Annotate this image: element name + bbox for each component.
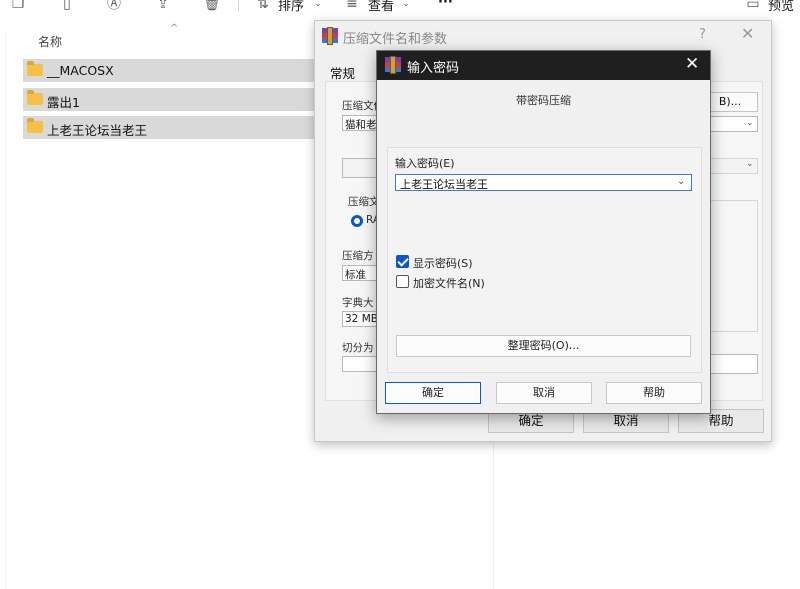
- format-label: 压缩文: [348, 196, 380, 208]
- preview-icon[interactable]: ▭: [745, 0, 761, 12]
- rename-icon[interactable]: Ⓐ: [106, 0, 122, 12]
- cancel-button[interactable]: 取消: [496, 382, 592, 404]
- chevron-down-icon: ⌄: [314, 0, 322, 9]
- file-row[interactable]: 露出1: [23, 88, 323, 111]
- ok-button[interactable]: 确定: [385, 382, 481, 404]
- delete-icon[interactable]: 🗑: [203, 0, 221, 12]
- file-name: 上老王论坛当老王: [47, 123, 148, 138]
- chevron-down-icon: ⌄: [746, 159, 754, 169]
- tab-general[interactable]: 常规: [330, 63, 355, 82]
- copy-icon[interactable]: ❐: [10, 0, 26, 12]
- share-icon[interactable]: ⇪: [155, 0, 171, 12]
- show-password-label: 显示密码(S): [413, 257, 473, 270]
- dialog-titlebar: 输入密码 ✕: [377, 51, 710, 80]
- chevron-down-icon[interactable]: ⌄: [677, 176, 685, 187]
- preview-button[interactable]: 预览: [768, 0, 794, 14]
- chevron-down-icon: ⌄: [402, 0, 410, 9]
- dialog-subtitle: 带密码压缩: [516, 94, 571, 107]
- view-button[interactable]: 查看: [368, 0, 394, 14]
- dialog-titlebar: 压缩文件名和参数 ? ✕: [315, 21, 771, 51]
- sort-button[interactable]: 排序: [278, 0, 304, 14]
- file-row[interactable]: 上老王论坛当老王: [23, 116, 323, 139]
- winrar-icon: [385, 56, 401, 74]
- sort-icon[interactable]: ⇅: [255, 0, 271, 12]
- file-row[interactable]: __MACOSX: [23, 59, 323, 82]
- encrypt-filenames-label: 加密文件名(N): [413, 277, 485, 290]
- close-icon[interactable]: ✕: [685, 54, 699, 74]
- password-dialog: 输入密码 ✕ 带密码压缩 输入密码(E) 上老王论坛当老王 ⌄ 显示密码(S) …: [376, 50, 711, 414]
- help-button[interactable]: 帮助: [606, 382, 702, 404]
- explorer-toolbar: ❐ ▯ Ⓐ ⇪ 🗑 ⇅ 排序 ⌄ ≡ 查看 ⌄ ··· ▭ 预览: [0, 0, 800, 14]
- password-label: 输入密码(E): [395, 157, 455, 170]
- dialog-title: 输入密码: [407, 61, 460, 76]
- folder-icon: [27, 90, 43, 105]
- organize-passwords-button[interactable]: 整理密码(O)...: [396, 335, 691, 357]
- view-icon[interactable]: ≡: [344, 0, 360, 12]
- show-password-checkbox[interactable]: [396, 255, 409, 268]
- encrypt-filenames-checkbox[interactable]: [396, 275, 409, 288]
- more-button[interactable]: ···: [438, 0, 453, 10]
- sort-up-icon: ^: [170, 23, 179, 34]
- toolbar-separator: [238, 0, 239, 12]
- winrar-icon: [322, 27, 338, 45]
- dictionary-label: 字典大: [342, 297, 374, 309]
- folder-icon: [27, 61, 43, 76]
- help-icon[interactable]: ?: [699, 27, 706, 42]
- file-name: __MACOSX: [47, 63, 114, 78]
- nav-pane-divider: [5, 30, 6, 589]
- folder-icon: [27, 118, 43, 133]
- close-icon[interactable]: ✕: [741, 24, 754, 43]
- column-header-name[interactable]: 名称: [38, 33, 62, 50]
- password-input[interactable]: 上老王论坛当老王: [395, 174, 692, 191]
- format-rar-radio[interactable]: [351, 215, 363, 227]
- dialog-title: 压缩文件名和参数: [343, 32, 448, 47]
- method-label: 压缩方: [342, 250, 374, 262]
- paste-icon[interactable]: ▯: [59, 0, 75, 12]
- file-name: 露出1: [47, 95, 80, 110]
- split-label: 切分为: [342, 342, 374, 354]
- details-pane-divider: [493, 442, 494, 589]
- chevron-down-icon: ⌄: [746, 118, 754, 128]
